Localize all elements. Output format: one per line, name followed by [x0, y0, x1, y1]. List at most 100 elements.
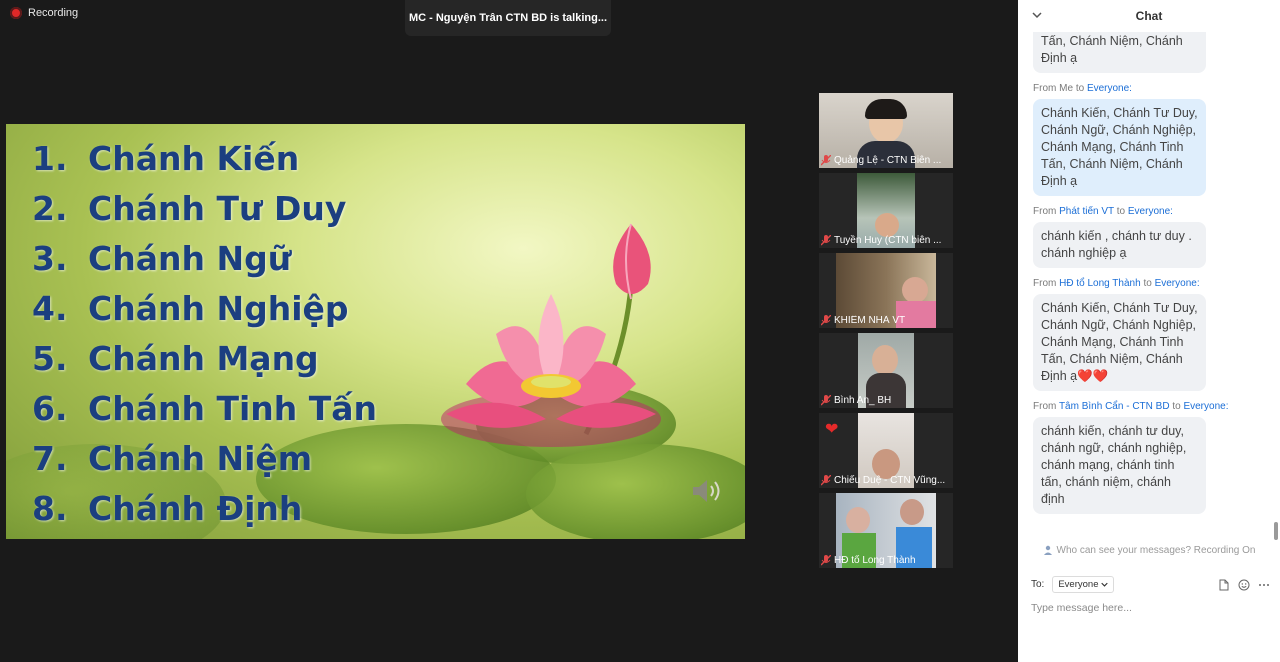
slide-list-item: 8. Chánh Định	[32, 484, 377, 534]
lotus-flower-graphic	[441, 223, 661, 447]
item-number: 3.	[32, 239, 68, 278]
item-text: Chánh Tư Duy	[88, 189, 347, 228]
speaker-icon[interactable]	[691, 477, 725, 505]
mic-muted-icon	[821, 555, 831, 566]
message-recipient: Everyone:	[1183, 401, 1229, 412]
item-text: Chánh Niệm	[88, 439, 313, 478]
slide-list-item: 3. Chánh Ngữ	[32, 234, 377, 284]
participant-tile[interactable]: Quảng Lệ - CTN Biên ...	[819, 93, 953, 168]
message-input[interactable]	[1031, 598, 1269, 618]
chat-message: Chánh Mạng, Chánh Tinh Tấn, Chánh Niệm, …	[1018, 32, 1280, 73]
item-text: Chánh Tinh Tấn	[88, 389, 378, 428]
participant-name: Bình An_ BH	[821, 395, 951, 406]
participant-tile[interactable]: ❤ Chiếu Duệ - CTN Vũng...	[819, 413, 953, 488]
message-bubble: Chánh Kiến, Chánh Tư Duy, Chánh Ngữ, Chá…	[1033, 99, 1206, 196]
mic-muted-icon	[821, 155, 831, 166]
message-meta: From Tâm Bình Cẩn - CTN BD to Everyone:	[1033, 401, 1280, 412]
slide-list: 1. Chánh Kiến 2. Chánh Tư Duy 3. Chánh Ngữ …	[32, 134, 377, 534]
item-number: 1.	[32, 139, 68, 178]
message-meta: From Phát tiến VT to Everyone:	[1033, 206, 1280, 217]
recording-icon	[10, 7, 22, 19]
message-meta: From Me to Everyone:	[1033, 83, 1280, 94]
slide-list-item: 2. Chánh Tư Duy	[32, 184, 377, 234]
message-sender: Me	[1059, 83, 1074, 94]
meta-from: From	[1033, 206, 1057, 217]
participant-name: Quảng Lệ - CTN Biên ...	[821, 155, 951, 166]
message-sender[interactable]: Tâm Bình Cẩn - CTN BD	[1059, 401, 1170, 412]
meeting-view: Recording MC - Nguyện Trân CTN BD is tal…	[0, 0, 1018, 662]
participant-name-text: Chiếu Duệ - CTN Vũng...	[834, 475, 946, 486]
participant-tile[interactable]: Bình An_ BH	[819, 333, 953, 408]
meta-from: From	[1033, 83, 1057, 94]
privacy-notice-text: Who can see your messages? Recording On	[1056, 545, 1256, 556]
item-text: Chánh Mạng	[88, 339, 319, 378]
mic-muted-icon	[821, 235, 831, 246]
message-bubble: Chánh Kiến, Chánh Tư Duy, Chánh Ngữ, Chá…	[1033, 294, 1206, 391]
chat-panel: Chat Chánh Mạng, Chánh Tinh Tấn, Chánh N…	[1018, 0, 1280, 662]
chevron-down-icon	[1101, 582, 1109, 587]
mic-muted-icon	[821, 475, 831, 486]
message-sender[interactable]: Phát tiến VT	[1059, 206, 1114, 217]
slide-list-item: 1. Chánh Kiến	[32, 134, 377, 184]
mic-muted-icon	[821, 395, 831, 406]
chat-message: From HĐ tổ Long Thành to Everyone: Chánh…	[1018, 278, 1280, 391]
message-meta: From HĐ tổ Long Thành to Everyone:	[1033, 278, 1280, 289]
recipient-select[interactable]: Everyone	[1052, 576, 1115, 593]
chat-messages[interactable]: Chánh Mạng, Chánh Tinh Tấn, Chánh Niệm, …	[1018, 32, 1280, 542]
item-number: 4.	[32, 289, 68, 328]
person-icon	[1043, 545, 1052, 555]
participant-name: KHIÊM NHÃ VT	[821, 315, 951, 326]
recording-indicator[interactable]: Recording	[10, 7, 78, 19]
chat-scrollbar[interactable]	[1274, 522, 1278, 540]
participant-tile[interactable]: HĐ tổ Long Thành	[819, 493, 953, 568]
participant-name-text: Tuyền Huy (CTN biên ...	[834, 235, 942, 246]
chat-tools	[1218, 579, 1270, 591]
privacy-notice[interactable]: Who can see your messages? Recording On	[1018, 545, 1280, 556]
recipient-row: To: Everyone	[1031, 576, 1270, 593]
message-bubble: chánh kiến, chánh tư duy, chánh ngữ, chá…	[1033, 417, 1206, 514]
to-label: To:	[1031, 579, 1045, 590]
emoji-icon[interactable]	[1238, 579, 1250, 591]
participant-tile[interactable]: Tuyền Huy (CTN biên ...	[819, 173, 953, 248]
participant-name: HĐ tổ Long Thành	[821, 555, 951, 566]
shared-slide: 1. Chánh Kiến 2. Chánh Tư Duy 3. Chánh Ngữ …	[6, 124, 745, 539]
recipient-value: Everyone	[1058, 579, 1099, 590]
meta-to: to	[1172, 401, 1181, 412]
item-text: Chánh Ngữ	[88, 239, 292, 278]
participant-name-text: HĐ tổ Long Thành	[834, 555, 916, 566]
slide-list-item: 4. Chánh Nghiệp	[32, 284, 377, 334]
message-bubble: chánh kiến , chánh tư duy . chánh nghiệp…	[1033, 222, 1206, 268]
meta-to: to	[1116, 206, 1126, 217]
message-recipient: Everyone:	[1127, 206, 1173, 217]
reaction-heart-icon: ❤	[825, 421, 839, 438]
chat-title: Chat	[1135, 9, 1163, 23]
item-text: Chánh Kiến	[88, 139, 300, 178]
participant-name-text: KHIÊM NHÃ VT	[834, 315, 906, 326]
chat-message: From Tâm Bình Cẩn - CTN BD to Everyone: …	[1018, 401, 1280, 514]
message-recipient: Everyone:	[1154, 278, 1200, 289]
participant-name-text: Bình An_ BH	[834, 395, 892, 406]
meta-from: From	[1033, 278, 1057, 289]
message-sender[interactable]: HĐ tổ Long Thành	[1059, 278, 1141, 289]
item-text: Chánh Định	[88, 489, 303, 528]
participant-strip: Quảng Lệ - CTN Biên ... Tuyền Huy (CTN b…	[819, 93, 953, 573]
participant-name-text: Quảng Lệ - CTN Biên ...	[834, 155, 942, 166]
participant-tile[interactable]: KHIÊM NHÃ VT	[819, 253, 953, 328]
chevron-down-icon[interactable]	[1032, 10, 1042, 20]
mic-muted-icon	[821, 315, 831, 326]
message-recipient: Everyone:	[1086, 83, 1132, 94]
item-number: 2.	[32, 189, 68, 228]
file-icon[interactable]	[1218, 579, 1230, 591]
item-text: Chánh Nghiệp	[88, 289, 349, 328]
chat-header: Chat	[1018, 0, 1280, 32]
item-number: 6.	[32, 389, 68, 428]
chat-message: From Phát tiến VT to Everyone: chánh kiế…	[1018, 206, 1280, 268]
slide-list-item: 5. Chánh Mạng	[32, 334, 377, 384]
participant-name: Tuyền Huy (CTN biên ...	[821, 235, 951, 246]
participant-name: Chiếu Duệ - CTN Vũng...	[821, 475, 951, 486]
more-icon[interactable]	[1258, 579, 1270, 591]
message-bubble: Chánh Mạng, Chánh Tinh Tấn, Chánh Niệm, …	[1033, 32, 1206, 73]
item-number: 5.	[32, 339, 68, 378]
item-number: 8.	[32, 489, 68, 528]
slide-list-item: 6. Chánh Tinh Tấn	[32, 384, 377, 434]
